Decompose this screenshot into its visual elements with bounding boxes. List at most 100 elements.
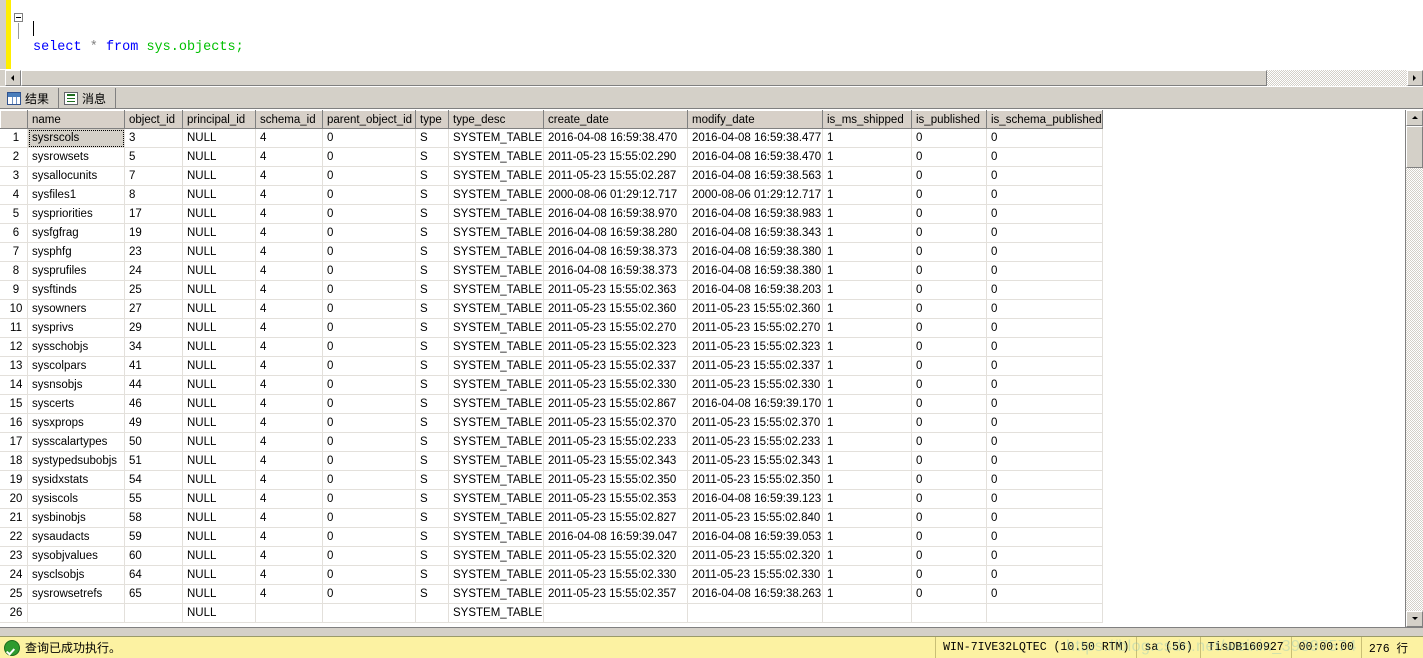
cell-is_schema_published[interactable]: 0 (986, 204, 1103, 224)
cell-principal_id[interactable]: NULL (182, 318, 256, 338)
cell-type[interactable]: S (415, 470, 449, 490)
cell-schema_id[interactable]: 4 (255, 584, 323, 604)
cell-schema_id[interactable] (255, 603, 323, 623)
cell-parent_object_id[interactable]: 0 (322, 242, 416, 262)
cell-principal_id[interactable]: NULL (182, 603, 256, 623)
row-header[interactable]: 5 (0, 204, 28, 224)
cell-create_date[interactable]: 2011-05-23 15:55:02.337 (543, 356, 688, 376)
cell-name[interactable]: syscolpars (27, 356, 125, 376)
cell-is_ms_shipped[interactable]: 1 (822, 318, 912, 338)
cell-is_published[interactable]: 0 (911, 375, 987, 395)
cell-schema_id[interactable]: 4 (255, 451, 323, 471)
cell-schema_id[interactable]: 4 (255, 128, 323, 148)
cell-modify_date[interactable]: 2011-05-23 15:55:02.330 (687, 565, 823, 585)
cell-is_published[interactable]: 0 (911, 565, 987, 585)
cell-is_ms_shipped[interactable]: 1 (822, 128, 912, 148)
cell-is_ms_shipped[interactable]: 1 (822, 337, 912, 357)
cell-name[interactable]: sysscalartypes (27, 432, 125, 452)
cell-create_date[interactable]: 2011-05-23 15:55:02.330 (543, 565, 688, 585)
cell-principal_id[interactable]: NULL (182, 546, 256, 566)
cell-name[interactable]: sysftinds (27, 280, 125, 300)
cell-create_date[interactable]: 2011-05-23 15:55:02.370 (543, 413, 688, 433)
cell-parent_object_id[interactable]: 0 (322, 432, 416, 452)
row-header[interactable]: 10 (0, 299, 28, 319)
cell-principal_id[interactable]: NULL (182, 185, 256, 205)
cell-is_ms_shipped[interactable]: 1 (822, 356, 912, 376)
cell-is_schema_published[interactable]: 0 (986, 299, 1103, 319)
results-vertical-scrollbar[interactable] (1405, 110, 1423, 627)
cell-schema_id[interactable]: 4 (255, 527, 323, 547)
table-row[interactable]: 9 sysftinds 25 NULL 4 0 S SYSTEM_TABLE 2011-05-2… (0, 280, 1103, 300)
row-header[interactable]: 18 (0, 451, 28, 471)
row-header[interactable]: 17 (0, 432, 28, 452)
table-row[interactable]: 7 sysphfg 23 NULL 4 0 S SYSTEM_TABLE 2016-04-08 … (0, 242, 1103, 262)
cell-object_id[interactable] (124, 603, 183, 623)
cell-principal_id[interactable]: NULL (182, 356, 256, 376)
table-row[interactable]: 3 sysallocunits 7 NULL 4 0 S SYSTEM_TABLE 2011-0… (0, 166, 1103, 186)
table-row[interactable]: 1 sysrscols 3 NULL 4 0 S SYSTEM_TABLE 2016-04-08… (0, 128, 1103, 148)
cell-create_date[interactable]: 2011-05-23 15:55:02.270 (543, 318, 688, 338)
cell-name[interactable]: sysrowsetrefs (27, 584, 125, 604)
cell-create_date[interactable]: 2011-05-23 15:55:02.287 (543, 166, 688, 186)
cell-principal_id[interactable]: NULL (182, 432, 256, 452)
cell-parent_object_id[interactable]: 0 (322, 204, 416, 224)
cell-create_date[interactable]: 2011-05-23 15:55:02.290 (543, 147, 688, 167)
cell-is_published[interactable]: 0 (911, 489, 987, 509)
cell-is_schema_published[interactable]: 0 (986, 242, 1103, 262)
cell-is_published[interactable]: 0 (911, 318, 987, 338)
cell-principal_id[interactable]: NULL (182, 413, 256, 433)
table-row[interactable]: 20 sysiscols 55 NULL 4 0 S SYSTEM_TABLE 2011-05-… (0, 489, 1103, 509)
table-row[interactable]: 8 sysprufiles 24 NULL 4 0 S SYSTEM_TABLE 2016-04… (0, 261, 1103, 281)
cell-type[interactable] (415, 603, 449, 623)
column-header-type_desc[interactable]: type_desc (448, 110, 544, 129)
cell-is_schema_published[interactable]: 0 (986, 261, 1103, 281)
cell-type[interactable]: S (415, 147, 449, 167)
cell-principal_id[interactable]: NULL (182, 337, 256, 357)
cell-principal_id[interactable]: NULL (182, 508, 256, 528)
cell-object_id[interactable]: 58 (124, 508, 183, 528)
row-header[interactable]: 4 (0, 185, 28, 205)
cell-is_schema_published[interactable]: 0 (986, 375, 1103, 395)
cell-create_date[interactable]: 2016-04-08 16:59:38.373 (543, 242, 688, 262)
cell-parent_object_id[interactable]: 0 (322, 375, 416, 395)
column-header-create_date[interactable]: create_date (543, 110, 688, 129)
cell-is_ms_shipped[interactable]: 1 (822, 508, 912, 528)
results-grid-viewport[interactable]: name object_id principal_id schema_id pa… (0, 110, 1405, 627)
cell-name[interactable]: sysschobjs (27, 337, 125, 357)
cell-parent_object_id[interactable]: 0 (322, 413, 416, 433)
cell-name[interactable]: syscerts (27, 394, 125, 414)
cell-is_ms_shipped[interactable]: 1 (822, 413, 912, 433)
cell-type[interactable]: S (415, 337, 449, 357)
cell-name[interactable]: sysbinobjs (27, 508, 125, 528)
cell-principal_id[interactable]: NULL (182, 166, 256, 186)
cell-create_date[interactable] (543, 603, 688, 623)
cell-object_id[interactable]: 8 (124, 185, 183, 205)
cell-parent_object_id[interactable]: 0 (322, 584, 416, 604)
cell-type_desc[interactable]: SYSTEM_TABLE (448, 356, 544, 376)
cell-modify_date[interactable]: 2011-05-23 15:55:02.323 (687, 337, 823, 357)
cell-type_desc[interactable]: SYSTEM_TABLE (448, 489, 544, 509)
cell-is_schema_published[interactable]: 0 (986, 166, 1103, 186)
cell-parent_object_id[interactable]: 0 (322, 489, 416, 509)
table-row[interactable]: 10 sysowners 27 NULL 4 0 S SYSTEM_TABLE 2011-05-… (0, 299, 1103, 319)
cell-schema_id[interactable]: 4 (255, 394, 323, 414)
cell-principal_id[interactable]: NULL (182, 451, 256, 471)
cell-schema_id[interactable]: 4 (255, 223, 323, 243)
cell-is_published[interactable]: 0 (911, 451, 987, 471)
cell-create_date[interactable]: 2011-05-23 15:55:02.330 (543, 375, 688, 395)
cell-name[interactable]: sysxprops (27, 413, 125, 433)
cell-object_id[interactable]: 24 (124, 261, 183, 281)
table-row[interactable]: 4 sysfiles1 8 NULL 4 0 S SYSTEM_TABLE 2000-08-06… (0, 185, 1103, 205)
cell-is_published[interactable]: 0 (911, 413, 987, 433)
cell-type_desc[interactable]: SYSTEM_TABLE (448, 527, 544, 547)
cell-is_ms_shipped[interactable]: 1 (822, 527, 912, 547)
cell-is_published[interactable]: 0 (911, 261, 987, 281)
cell-modify_date[interactable]: 2011-05-23 15:55:02.320 (687, 546, 823, 566)
cell-type[interactable]: S (415, 280, 449, 300)
row-header[interactable]: 22 (0, 527, 28, 547)
cell-parent_object_id[interactable]: 0 (322, 356, 416, 376)
cell-object_id[interactable]: 60 (124, 546, 183, 566)
cell-parent_object_id[interactable]: 0 (322, 337, 416, 357)
cell-is_schema_published[interactable]: 0 (986, 147, 1103, 167)
cell-type_desc[interactable]: SYSTEM_TABLE (448, 394, 544, 414)
